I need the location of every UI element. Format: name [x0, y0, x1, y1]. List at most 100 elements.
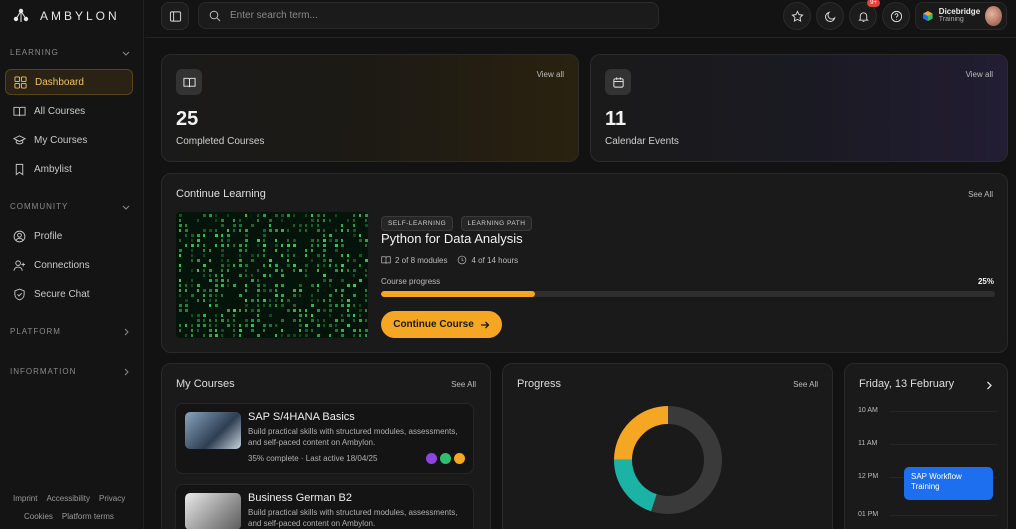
sidebar-item-label: Profile [34, 230, 63, 242]
sidebar-item-connections[interactable]: Connections [5, 252, 133, 278]
matrix-glyph [287, 309, 290, 312]
matrix-glyph [341, 229, 343, 232]
footer-link-accessibility[interactable]: Accessibility [46, 494, 90, 503]
organization-switcher[interactable]: Dicebridge Training [915, 2, 1007, 30]
section-platform[interactable]: PLATFORM [10, 327, 130, 336]
matrix-glyph [275, 304, 277, 307]
section-community[interactable]: COMMUNITY [10, 202, 130, 211]
sidebar-item-dashboard[interactable]: Dashboard [5, 69, 133, 95]
matrix-glyph [359, 254, 362, 257]
view-all-link[interactable]: View all [966, 70, 993, 79]
matrix-glyph [365, 244, 367, 247]
theme-toggle-button[interactable] [816, 2, 844, 30]
matrix-glyph [311, 224, 313, 227]
calendar-events-card[interactable]: View all 11 Calendar Events [590, 54, 1008, 162]
footer-link-cookies[interactable]: Cookies [24, 512, 53, 521]
calendar-event[interactable]: SAP Workflow Training [904, 467, 993, 500]
sidebar-item-label: Ambylist [34, 163, 72, 175]
continue-course-button[interactable]: Continue Course [381, 311, 502, 338]
matrix-glyph [287, 229, 289, 232]
matrix-glyph [341, 299, 343, 302]
matrix-glyph [197, 269, 199, 272]
sidebar-item-ambylist[interactable]: Ambylist [5, 156, 133, 182]
matrix-glyph [239, 324, 241, 327]
footer-link-privacy[interactable]: Privacy [99, 494, 125, 503]
matrix-glyph [233, 229, 235, 232]
matrix-glyph [245, 229, 248, 232]
notifications-button[interactable]: 9+ [849, 0, 880, 30]
help-button[interactable] [882, 2, 910, 30]
footer-link-platform-terms[interactable]: Platform terms [62, 512, 114, 521]
matrix-glyph [335, 289, 337, 292]
matrix-glyph [179, 294, 181, 297]
course-item-meta: 35% complete · Last active 18/04/25 [248, 454, 378, 463]
section-learning[interactable]: LEARNING [10, 48, 130, 57]
matrix-glyph [341, 304, 344, 307]
see-all-link[interactable]: See All [793, 380, 818, 389]
matrix-glyph [311, 304, 314, 307]
search-input[interactable] [230, 10, 630, 21]
matrix-glyph [281, 214, 284, 217]
matrix-glyph [341, 279, 344, 282]
matrix-glyph [179, 279, 181, 282]
course-thumbnail[interactable] [176, 212, 368, 338]
avatar[interactable] [985, 6, 1002, 26]
matrix-glyph [341, 319, 344, 322]
matrix-glyph [341, 334, 344, 337]
see-all-link[interactable]: See All [968, 190, 993, 199]
matrix-glyph [233, 334, 235, 337]
chevron-right-icon [124, 328, 129, 335]
matrix-glyph [347, 314, 350, 317]
matrix-glyph [257, 289, 260, 292]
matrix-glyph [215, 279, 218, 282]
sidebar-toggle-button[interactable] [161, 2, 189, 30]
org-logo-icon [923, 10, 933, 22]
matrix-glyph [269, 224, 271, 227]
matrix-glyph [191, 239, 193, 242]
matrix-glyph [233, 219, 235, 222]
sidebar-item-profile[interactable]: Profile [5, 223, 133, 249]
matrix-glyph [353, 294, 356, 297]
completed-courses-card[interactable]: View all 25 Completed Courses [161, 54, 579, 162]
sidebar-item-my-courses[interactable]: My Courses [5, 127, 133, 153]
matrix-glyph [209, 279, 212, 282]
matrix-glyph [263, 329, 265, 332]
section-information[interactable]: INFORMATION [10, 367, 130, 376]
matrix-glyph [323, 299, 325, 302]
matrix-glyph [317, 324, 320, 327]
course-title[interactable]: Python for Data Analysis [381, 231, 523, 246]
matrix-glyph [353, 219, 355, 222]
favorites-button[interactable] [783, 2, 811, 30]
chevron-right-icon[interactable] [985, 381, 993, 390]
matrix-glyph [311, 284, 314, 287]
matrix-glyph [257, 294, 259, 297]
matrix-glyph [353, 234, 356, 237]
matrix-glyph [353, 269, 356, 272]
matrix-glyph [215, 234, 218, 237]
logo[interactable]: AMBYLON [12, 8, 120, 24]
matrix-glyph [209, 289, 212, 292]
matrix-glyph [227, 229, 229, 232]
matrix-glyph [317, 319, 319, 322]
matrix-glyph [341, 224, 343, 227]
view-all-link[interactable]: View all [537, 70, 564, 79]
matrix-glyph [221, 319, 224, 322]
matrix-glyph [317, 299, 319, 302]
matrix-glyph [197, 319, 200, 322]
course-list-item[interactable]: Business German B2 Build practical skill… [175, 484, 474, 529]
see-all-link[interactable]: See All [451, 380, 476, 389]
course-list-item[interactable]: SAP S/4HANA Basics Build practical skill… [175, 403, 474, 474]
sidebar-item-all-courses[interactable]: All Courses [5, 98, 133, 124]
search-bar[interactable] [198, 2, 659, 29]
matrix-glyph [179, 254, 181, 257]
matrix-glyph [239, 229, 241, 232]
star-icon [790, 9, 804, 22]
footer-link-imprint[interactable]: Imprint [13, 494, 37, 503]
matrix-glyph [299, 269, 302, 272]
matrix-glyph [323, 264, 325, 267]
matrix-glyph [347, 299, 350, 302]
sidebar-item-secure-chat[interactable]: Secure Chat [5, 281, 133, 307]
matrix-glyph [257, 239, 260, 242]
matrix-glyph [221, 224, 224, 227]
matrix-glyph [293, 319, 296, 322]
